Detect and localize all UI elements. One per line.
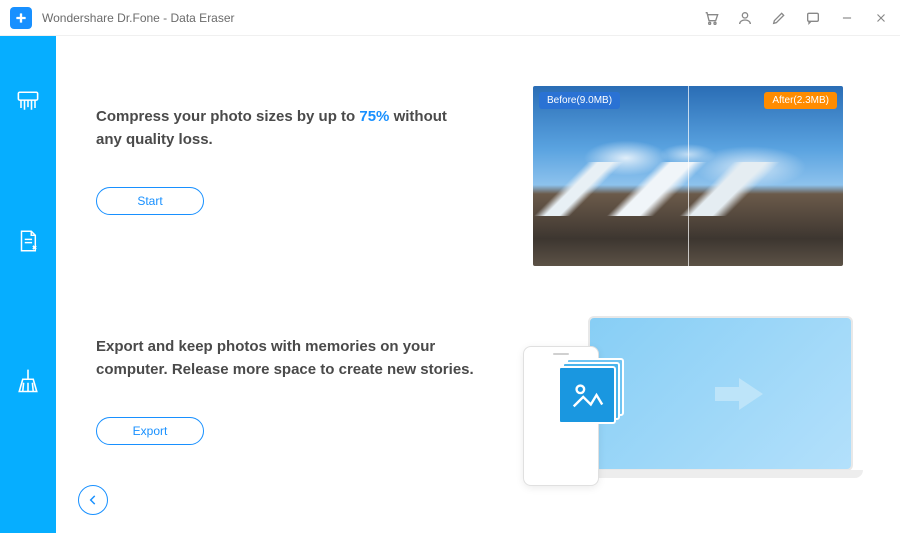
photo-stack-icon <box>558 366 620 428</box>
shredder-icon[interactable] <box>13 86 43 116</box>
compress-section: Compress your photo sizes by up to 75% w… <box>96 86 870 266</box>
arrow-right-icon <box>739 378 763 410</box>
comparison-image: Before(9.0MB) After(2.3MB) <box>533 86 843 266</box>
export-button[interactable]: Export <box>96 417 204 445</box>
export-section: Export and keep photos with memories on … <box>96 316 870 496</box>
broom-icon[interactable] <box>13 366 43 396</box>
content-area: Compress your photo sizes by up to 75% w… <box>56 36 900 533</box>
headline-highlight: 75% <box>359 108 389 125</box>
close-button[interactable] <box>872 9 890 27</box>
minimize-button[interactable] <box>838 9 856 27</box>
back-button[interactable] <box>78 485 108 515</box>
app-logo <box>10 7 32 29</box>
compress-headline: Compress your photo sizes by up to 75% w… <box>96 106 476 151</box>
export-illustration <box>518 316 858 496</box>
export-headline: Export and keep photos with memories on … <box>96 336 476 381</box>
before-badge: Before(9.0MB) <box>539 92 620 109</box>
cart-icon[interactable] <box>702 9 720 27</box>
titlebar: Wondershare Dr.Fone - Data Eraser <box>0 0 900 36</box>
after-badge: After(2.3MB) <box>764 92 837 109</box>
app-title: Wondershare Dr.Fone - Data Eraser <box>42 11 235 25</box>
start-button[interactable]: Start <box>96 187 204 215</box>
document-icon[interactable] <box>13 226 43 256</box>
edit-icon[interactable] <box>770 9 788 27</box>
sidebar <box>0 36 56 533</box>
headline-text-before: Compress your photo sizes by up to <box>96 108 359 125</box>
feedback-icon[interactable] <box>804 9 822 27</box>
account-icon[interactable] <box>736 9 754 27</box>
